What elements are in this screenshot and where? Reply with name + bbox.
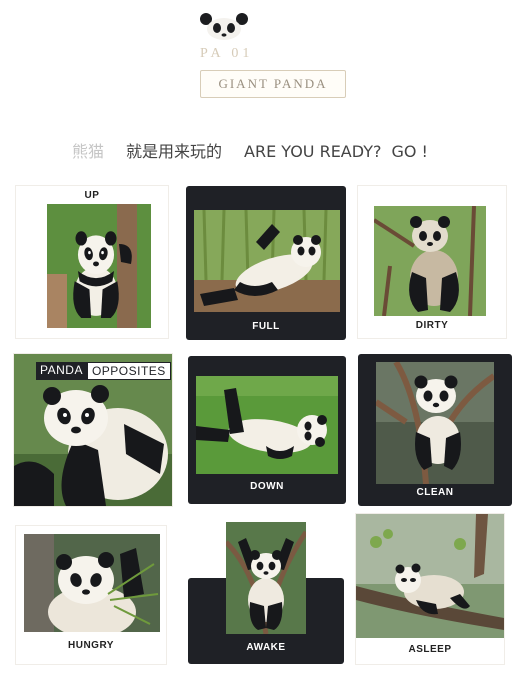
tagline-faded: 熊猫: [72, 142, 105, 161]
photo-down: [196, 376, 338, 474]
tagline-go: GO !: [391, 142, 428, 161]
photo-hungry: [24, 534, 160, 632]
photo-asleep: [356, 514, 504, 638]
card-down: DOWN: [188, 356, 346, 504]
photo-clean: [376, 362, 494, 484]
card-up: UP: [16, 186, 168, 338]
card-asleep: ASLEEP: [356, 514, 504, 664]
caption-clean: CLEAN: [416, 487, 454, 498]
panda-logo-icon: [196, 10, 252, 40]
card-dirty: DIRTY: [358, 186, 506, 338]
card-clean: CLEAN: [358, 354, 512, 506]
photo-awake: [226, 522, 306, 634]
brand-faded-text: PA 01: [200, 46, 254, 61]
caption-asleep: ASLEEP: [408, 644, 452, 655]
tagline-zh: 就是用来玩的: [126, 142, 223, 161]
photo-up: [47, 204, 151, 328]
tagline-en: ARE YOU READY?: [244, 142, 382, 161]
giant-panda-title: GIANT PANDA: [200, 70, 346, 98]
caption-full: FULL: [252, 321, 280, 332]
tagline: 熊猫 就是用来玩的 ARE YOU READY? GO !: [72, 138, 492, 162]
panda-opposites-banner: PANDA OPPOSITES: [36, 362, 171, 380]
banner-word-opposites: OPPOSITES: [86, 362, 171, 380]
banner-word-panda: PANDA: [36, 362, 87, 380]
card-full: FULL: [186, 186, 346, 340]
caption-hungry: HUNGRY: [68, 640, 114, 651]
card-hungry: HUNGRY: [16, 526, 166, 664]
caption-down: DOWN: [250, 481, 284, 492]
photo-dirty: [374, 206, 486, 316]
photo-full: [194, 210, 340, 312]
caption-dirty: DIRTY: [415, 320, 449, 331]
caption-up: UP: [84, 190, 100, 201]
caption-awake: AWAKE: [246, 642, 286, 653]
